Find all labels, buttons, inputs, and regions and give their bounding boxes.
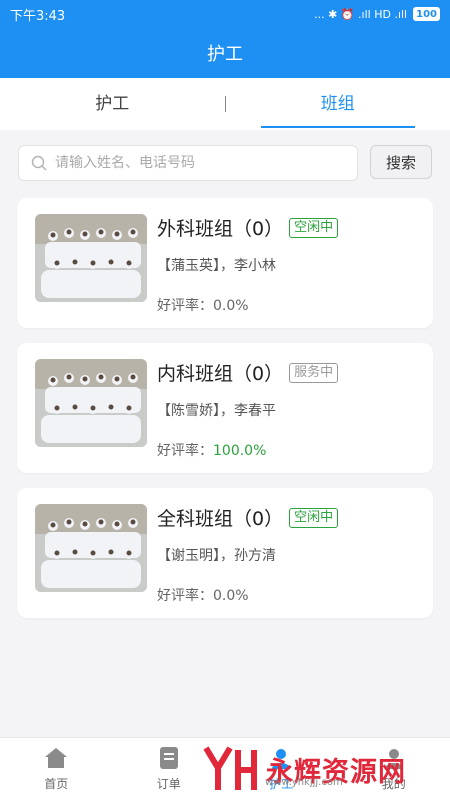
watermark-url: www.yhkjjj.com <box>265 777 343 788</box>
nav-home-label: 首页 <box>44 777 69 791</box>
team-photo <box>35 504 147 592</box>
team-members: 【蒲玉英】，李小林 <box>157 255 276 275</box>
status-badge: 空闲中 <box>289 217 339 238</box>
team-leader: 【陈雪娇】 <box>157 403 220 419</box>
team-leader: 【谢玉明】 <box>157 548 220 564</box>
search-icon <box>31 155 47 171</box>
status-bar: 下午3:43 ... ✱ ⏰ .ıll HD .ıll 100 <box>0 0 450 28</box>
order-icon <box>159 747 178 769</box>
rating-label: 好评率： <box>157 443 213 459</box>
team-member-names: ，李小林 <box>220 258 276 274</box>
battery-icon: 100 <box>413 7 440 21</box>
team-card[interactable]: 全科班组（0） 空闲中 【谢玉明】，孙方清 好评率：0.0% <box>17 488 433 618</box>
tab-bar: 护工 班组 <box>0 78 450 130</box>
nav-home[interactable]: 首页 <box>0 738 113 800</box>
watermark-logo-icon <box>203 746 257 790</box>
team-card[interactable]: 外科班组（0） 空闲中 【蒲玉英】，李小林 好评率：0.0% <box>17 198 433 328</box>
search-button[interactable]: 搜索 <box>370 145 432 179</box>
team-rating: 好评率：0.0% <box>157 585 249 605</box>
status-indicators: ... ✱ ⏰ .ıll HD .ıll 100 <box>314 7 440 21</box>
search-row: 搜索 <box>18 145 432 181</box>
team-photo <box>35 214 147 302</box>
team-name: 内科班组（0） <box>157 363 284 385</box>
status-icons: ... ✱ ⏰ .ıll HD .ıll <box>314 7 408 21</box>
watermark: 永辉资源网 www.yhkjjj.com <box>200 740 445 798</box>
status-badge: 服务中 <box>289 362 339 383</box>
team-rating: 好评率：0.0% <box>157 295 249 315</box>
rating-label: 好评率： <box>157 298 213 314</box>
tab-caregivers[interactable]: 护工 <box>0 78 225 130</box>
team-name: 全科班组（0） <box>157 508 284 530</box>
team-member-names: ，孙方清 <box>220 548 276 564</box>
team-name: 外科班组（0） <box>157 218 284 240</box>
team-member-names: ，李春平 <box>220 403 276 419</box>
team-members: 【陈雪娇】，李春平 <box>157 400 276 420</box>
page-title: 护工 <box>207 44 243 65</box>
team-rating: 好评率：100.0% <box>157 440 266 460</box>
search-box[interactable] <box>18 145 358 181</box>
nav-orders-label: 订单 <box>156 777 181 791</box>
search-input[interactable] <box>55 155 315 171</box>
rating-value: 0.0% <box>213 588 249 604</box>
status-badge: 空闲中 <box>289 507 339 528</box>
rating-label: 好评率： <box>157 588 213 604</box>
home-icon <box>45 748 68 768</box>
tab-teams[interactable]: 班组 <box>226 78 450 130</box>
team-leader: 【蒲玉英】 <box>157 258 220 274</box>
team-photo <box>35 359 147 447</box>
app-header: 护工 <box>0 28 450 78</box>
rating-value: 100.0% <box>213 443 267 459</box>
rating-value: 0.0% <box>213 298 249 314</box>
team-card[interactable]: 内科班组（0） 服务中 【陈雪娇】，李春平 好评率：100.0% <box>17 343 433 473</box>
status-time: 下午3:43 <box>10 8 66 24</box>
team-members: 【谢玉明】，孙方清 <box>157 545 276 565</box>
